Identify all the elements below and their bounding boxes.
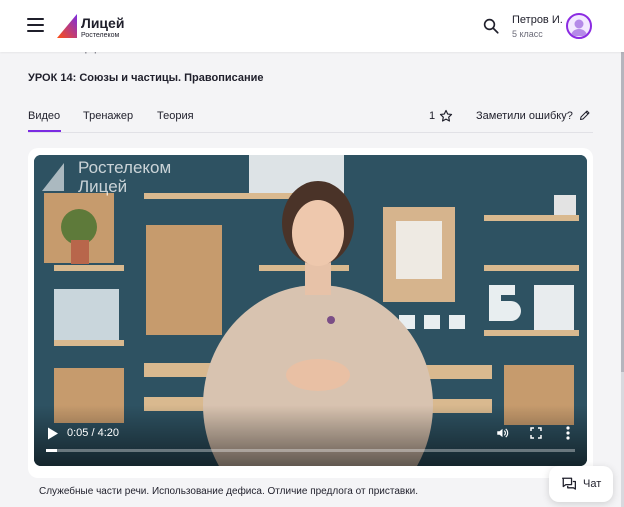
tab-trainer[interactable]: Тренажер xyxy=(83,110,133,122)
volume-icon[interactable] xyxy=(495,426,510,440)
user-grade: 5 класс xyxy=(512,29,543,39)
avatar[interactable] xyxy=(566,13,592,39)
app-header: Лицей Ростелеком Петров И. 5 класс xyxy=(0,0,624,52)
chat-icon xyxy=(562,477,576,490)
video-caption: Служебные части речи. Использование дефи… xyxy=(39,486,418,497)
logo[interactable]: Лицей Ростелеком xyxy=(56,13,136,41)
pencil-icon[interactable] xyxy=(579,109,591,121)
rating-count: 1 xyxy=(429,110,436,122)
video-time: 0:05 / 4:20 xyxy=(67,427,119,439)
play-icon[interactable] xyxy=(47,427,59,440)
chat-button[interactable]: Чат xyxy=(549,466,613,502)
star-icon[interactable] xyxy=(439,109,453,123)
logo-icon xyxy=(57,14,77,38)
video-brand-line1: Ростелеком xyxy=(78,158,172,177)
tab-theory[interactable]: Теория xyxy=(157,110,194,122)
report-error-link[interactable]: Заметили ошибку? xyxy=(476,110,573,122)
tabs-divider xyxy=(28,132,593,133)
menu-icon[interactable] xyxy=(27,18,44,32)
video-progress-fill xyxy=(46,449,57,452)
video-player[interactable]: Ростелеком Лицей 0:05 / 4:20 xyxy=(34,155,587,466)
logo-subtitle: Ростелеком xyxy=(81,32,120,39)
search-icon[interactable] xyxy=(482,17,500,35)
video-progress-bar[interactable] xyxy=(46,449,575,452)
more-vert-icon[interactable] xyxy=(566,426,570,440)
fullscreen-icon[interactable] xyxy=(530,427,542,439)
logo-name: Лицей xyxy=(81,15,125,31)
avatar-icon xyxy=(571,19,587,36)
logo-watermark-icon xyxy=(42,163,64,191)
user-name[interactable]: Петров И. xyxy=(512,14,563,26)
lesson-title: УРОК 14: Союзы и частицы. Правописание xyxy=(28,72,264,84)
tab-video[interactable]: Видео xyxy=(28,110,60,122)
video-brand-line2: Лицей xyxy=(78,177,128,196)
chat-label: Чат xyxy=(583,478,602,490)
